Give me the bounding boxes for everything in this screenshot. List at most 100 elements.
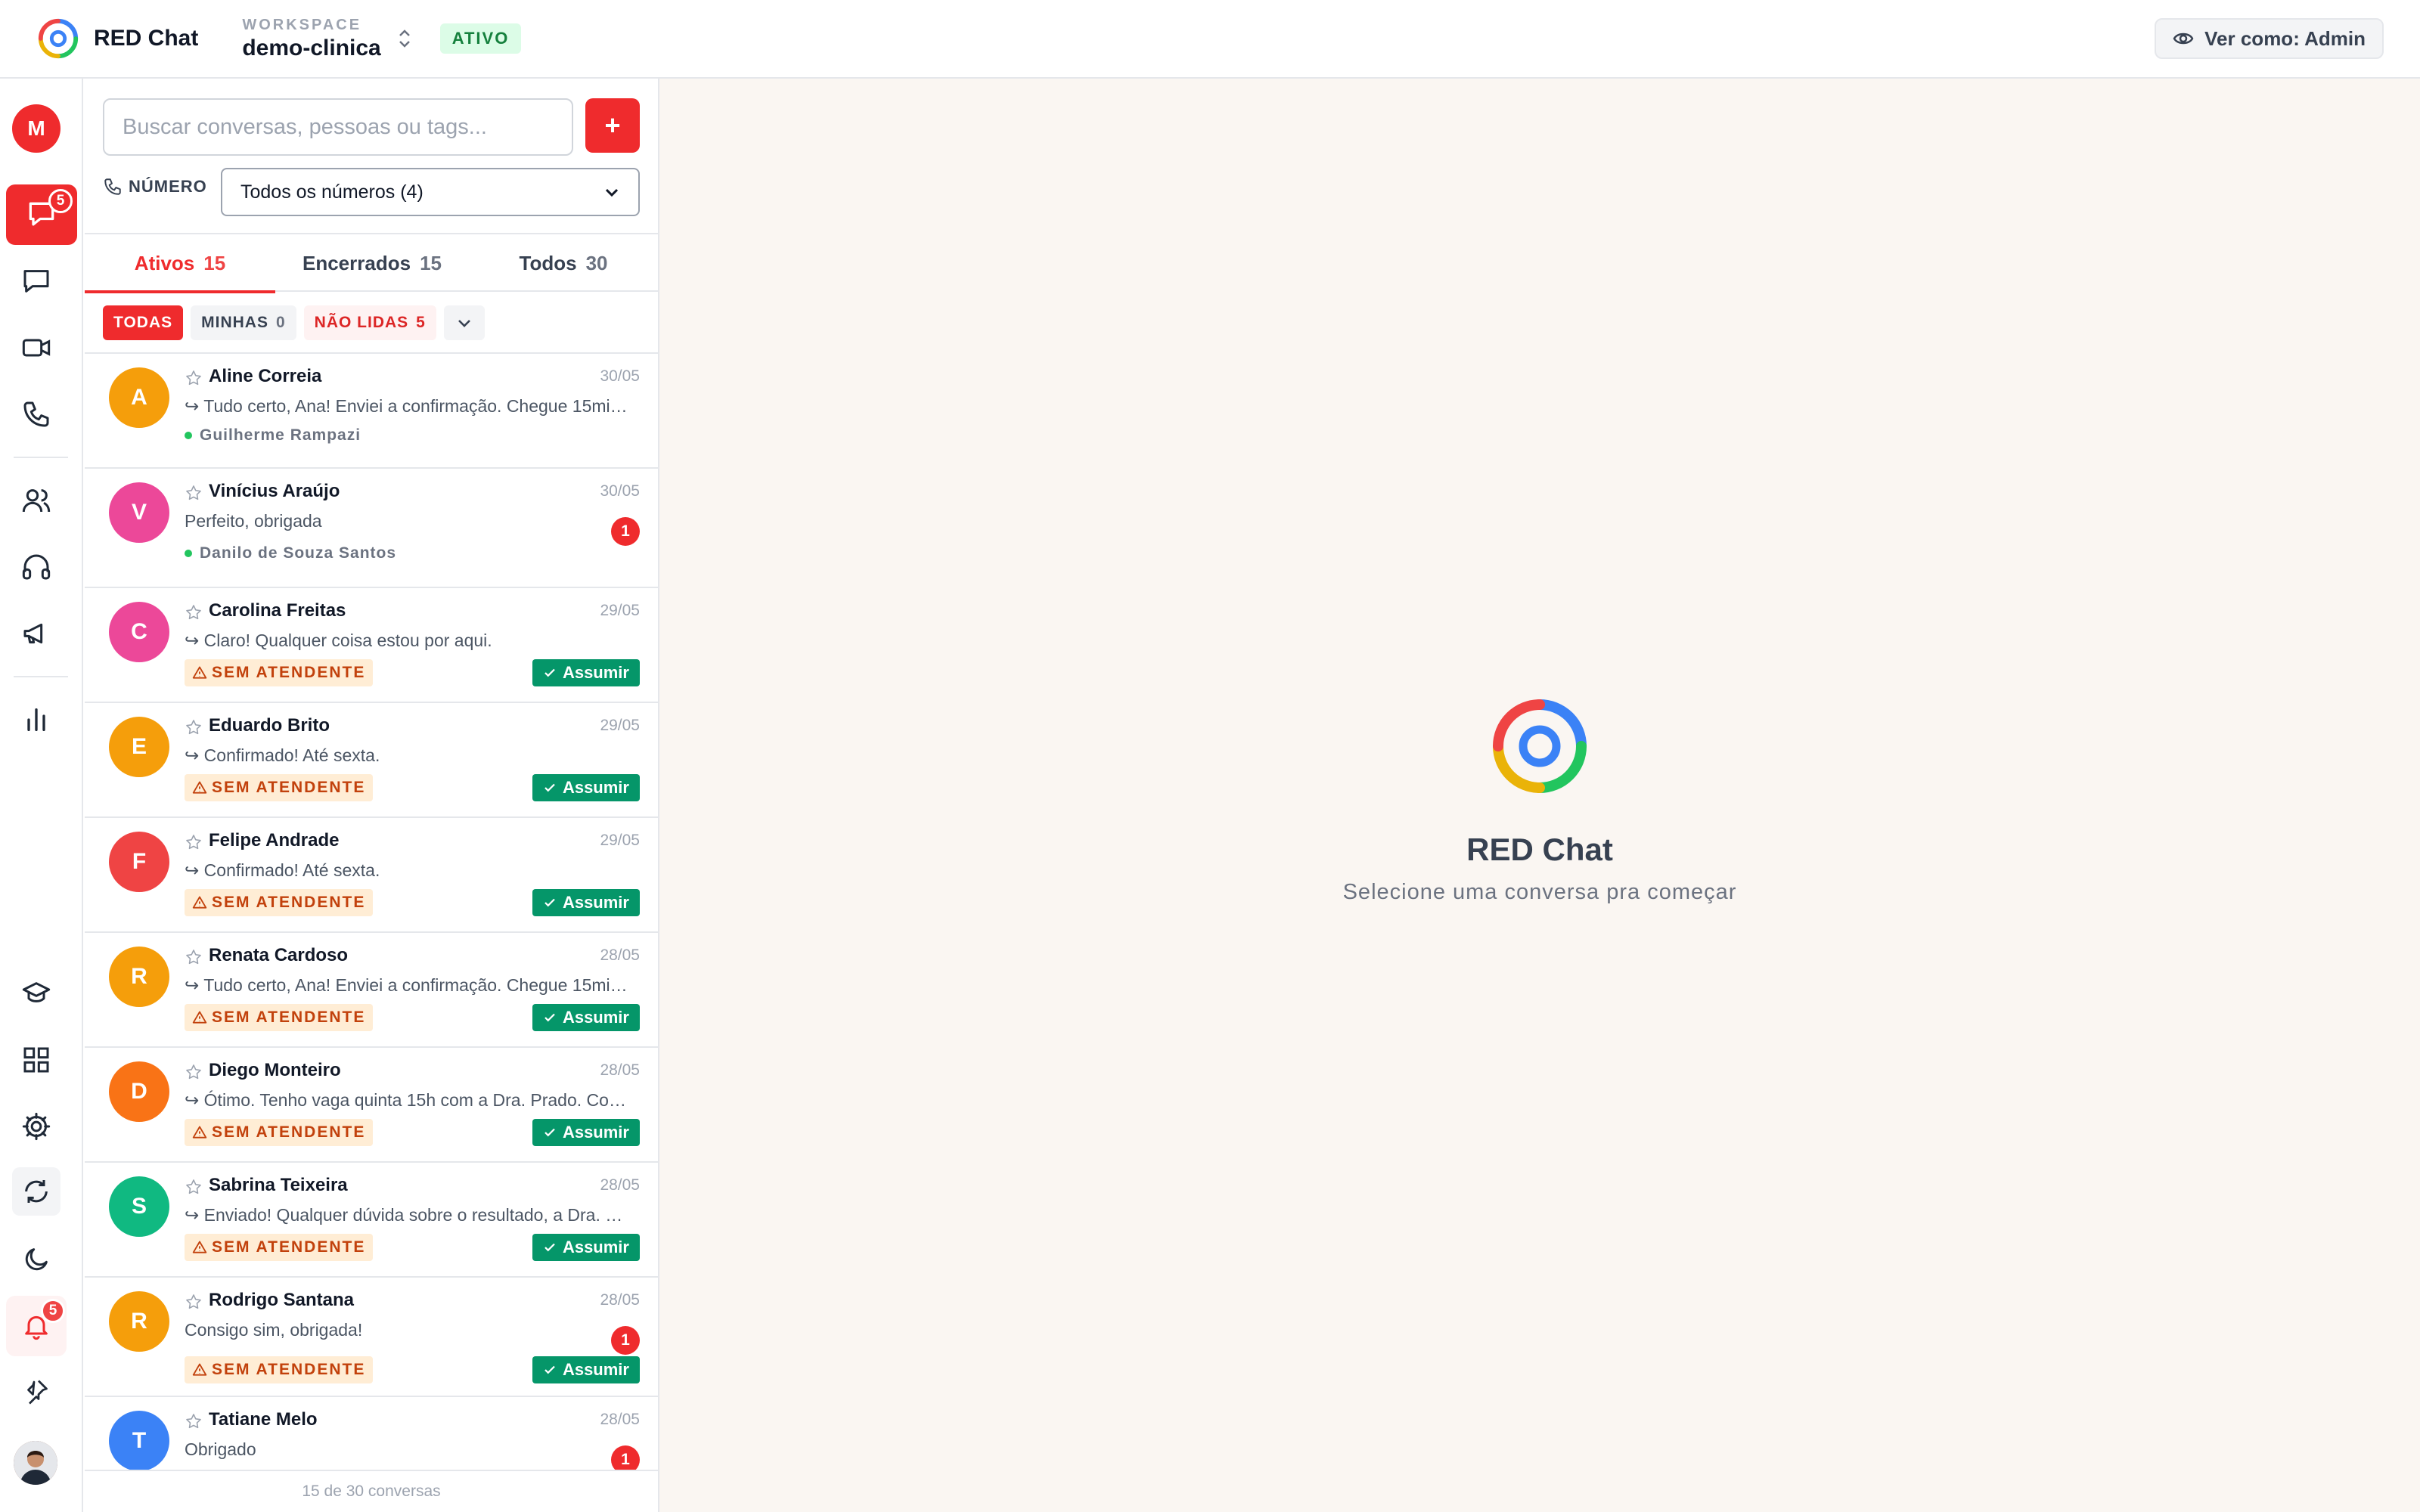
warning-icon	[192, 895, 212, 910]
conversation-date: 29/05	[600, 602, 640, 619]
conversation-row[interactable]: D Diego Monteiro 28/05 ↪ Ótimo. Tenho vaga …	[85, 1048, 658, 1163]
conversation-row[interactable]: V Vinícius Araújo 30/05 Perfeito, obrigada 1…	[85, 469, 658, 588]
empty-state: RED Chat Selecione uma conversa pra come…	[659, 689, 2420, 905]
profile-photo[interactable]	[14, 1441, 57, 1485]
search-input[interactable]	[103, 98, 573, 156]
assume-button[interactable]: Assumir	[532, 1356, 640, 1383]
message-preview: ↪ Confirmado! Até sexta.	[185, 860, 380, 880]
conversation-row[interactable]: A Aline Correia 30/05 ↪ Tudo certo, Ana! En…	[85, 354, 658, 469]
contact-avatar: R	[109, 1291, 169, 1352]
app-name: RED Chat	[94, 26, 199, 51]
conversation-row[interactable]: C Carolina Freitas 29/05 ↪ Claro! Qualquer …	[85, 588, 658, 703]
contact-name: Tatiane Melo	[209, 1409, 318, 1430]
star-icon[interactable]	[185, 718, 203, 736]
conversation-date: 29/05	[600, 832, 640, 849]
no-agent-badge: SEM ATENDENTE	[185, 1119, 374, 1146]
filter-todas-label: TODAS	[113, 314, 173, 331]
rail-video[interactable]	[17, 328, 56, 367]
grid-icon	[23, 1047, 49, 1073]
rail-academy[interactable]	[17, 974, 56, 1013]
phone-icon	[23, 401, 49, 427]
contact-avatar: E	[109, 717, 169, 777]
users-icon	[22, 489, 51, 513]
warning-icon	[192, 1010, 212, 1025]
assume-button[interactable]: Assumir	[532, 1119, 640, 1146]
rail-apps[interactable]	[17, 1040, 56, 1080]
rail-support[interactable]	[17, 547, 56, 587]
conversation-row[interactable]: R Renata Cardoso 28/05 ↪ Tudo certo, Ana! E…	[85, 933, 658, 1048]
conversation-row[interactable]: TTatiane Melo28/05Obrigado1SEM ATENDENTE…	[85, 1397, 658, 1473]
new-conversation-button[interactable]: +	[585, 98, 640, 153]
user-avatar[interactable]: M	[12, 104, 60, 153]
conversation-list: A Aline Correia 30/05 ↪ Tudo certo, Ana! En…	[85, 352, 658, 1473]
status-tabs: Ativos 15 Encerrados 15 Todos 30	[85, 233, 658, 293]
number-select[interactable]: Todos os números (4)	[221, 168, 640, 216]
view-as-button[interactable]: Ver como: Admin	[2155, 18, 2384, 59]
conversation-date: 28/05	[600, 1291, 640, 1309]
workspace-switcher[interactable]: WORKSPACE demo-clinica	[242, 17, 380, 61]
person-icon	[14, 1441, 57, 1485]
contact-avatar: V	[109, 482, 169, 543]
conversation-row[interactable]: R Rodrigo Santana 28/05 Consigo sim, obriga…	[85, 1278, 658, 1397]
chevron-down-icon	[458, 320, 470, 327]
moon-icon	[25, 1248, 48, 1271]
message-preview: Consigo sim, obrigada!	[185, 1320, 363, 1340]
assume-button[interactable]: Assumir	[532, 659, 640, 686]
megaphone-icon	[23, 623, 43, 644]
rail-dark-mode[interactable]	[17, 1240, 56, 1279]
message-preview: ↪ Claro! Qualquer coisa estou por aqui.	[185, 631, 492, 650]
rail-phone[interactable]	[17, 395, 56, 434]
chevron-updown-icon[interactable]	[396, 28, 413, 49]
rail-reports[interactable]	[17, 700, 56, 739]
rail-conversations-active[interactable]: 5	[6, 184, 77, 245]
rail-sync[interactable]	[12, 1167, 60, 1216]
rail-messages[interactable]	[17, 262, 56, 301]
conversation-row[interactable]: E Eduardo Brito 29/05 ↪ Confirmado! Até sex…	[85, 703, 658, 818]
star-icon[interactable]	[185, 833, 203, 851]
filter-todas[interactable]: TODAS	[103, 305, 184, 340]
star-icon[interactable]	[185, 603, 203, 621]
star-icon[interactable]	[185, 948, 203, 966]
rail-campaigns[interactable]	[17, 614, 56, 653]
warning-icon	[192, 1240, 212, 1255]
tab-todos[interactable]: Todos 30	[469, 234, 658, 292]
rail-contacts[interactable]	[17, 481, 56, 520]
warning-icon	[192, 1362, 212, 1377]
filter-minhas-count: 0	[275, 314, 286, 331]
filter-nao-lidas[interactable]: NÃO LIDAS 5	[303, 305, 436, 340]
contact-avatar: D	[109, 1061, 169, 1122]
conversation-row[interactable]: S Sabrina Teixeira 28/05 ↪ Enviado! Qualque…	[85, 1163, 658, 1278]
filter-minhas-label: MINHAS	[201, 314, 268, 331]
assume-button[interactable]: Assumir	[532, 1234, 640, 1261]
assume-button[interactable]: Assumir	[532, 1004, 640, 1031]
contact-avatar: F	[109, 832, 169, 892]
rail-chat-badge: 5	[48, 189, 73, 213]
star-icon[interactable]	[185, 1063, 203, 1081]
assume-button[interactable]: Assumir	[532, 774, 640, 801]
assigned-agent: Danilo de Souza Santos	[185, 544, 396, 562]
number-filter-label: NÚMERO	[103, 177, 207, 197]
rail-pin[interactable]	[17, 1371, 56, 1411]
check-icon	[543, 1363, 563, 1377]
filter-minhas[interactable]: MINHAS 0	[191, 305, 296, 340]
quick-filters: TODAS MINHAS 0 NÃO LIDAS 5	[103, 305, 492, 340]
message-preview: Perfeito, obrigada	[185, 511, 322, 531]
unread-badge: 1	[611, 517, 640, 546]
rail-notifications[interactable]: 5	[6, 1296, 67, 1356]
star-icon[interactable]	[185, 1178, 203, 1196]
tab-ativos[interactable]: Ativos 15	[85, 234, 275, 293]
no-agent-badge: SEM ATENDENTE	[185, 774, 374, 801]
star-icon[interactable]	[185, 1412, 203, 1430]
tab-encerrados[interactable]: Encerrados 15	[275, 234, 469, 292]
star-icon[interactable]	[185, 1293, 203, 1311]
star-icon[interactable]	[185, 484, 203, 502]
star-icon[interactable]	[185, 369, 203, 387]
rail-settings[interactable]	[17, 1107, 56, 1146]
phone-icon	[104, 178, 121, 195]
filter-expand-button[interactable]	[443, 305, 485, 340]
no-agent-label: SEM ATENDENTE	[212, 1123, 366, 1141]
conversation-row[interactable]: F Felipe Andrade 29/05 ↪ Confirmado! Até se…	[85, 818, 658, 933]
assume-label: Assumir	[562, 1123, 629, 1142]
assume-button[interactable]: Assumir	[532, 889, 640, 916]
graduation-cap-icon	[22, 982, 51, 1002]
